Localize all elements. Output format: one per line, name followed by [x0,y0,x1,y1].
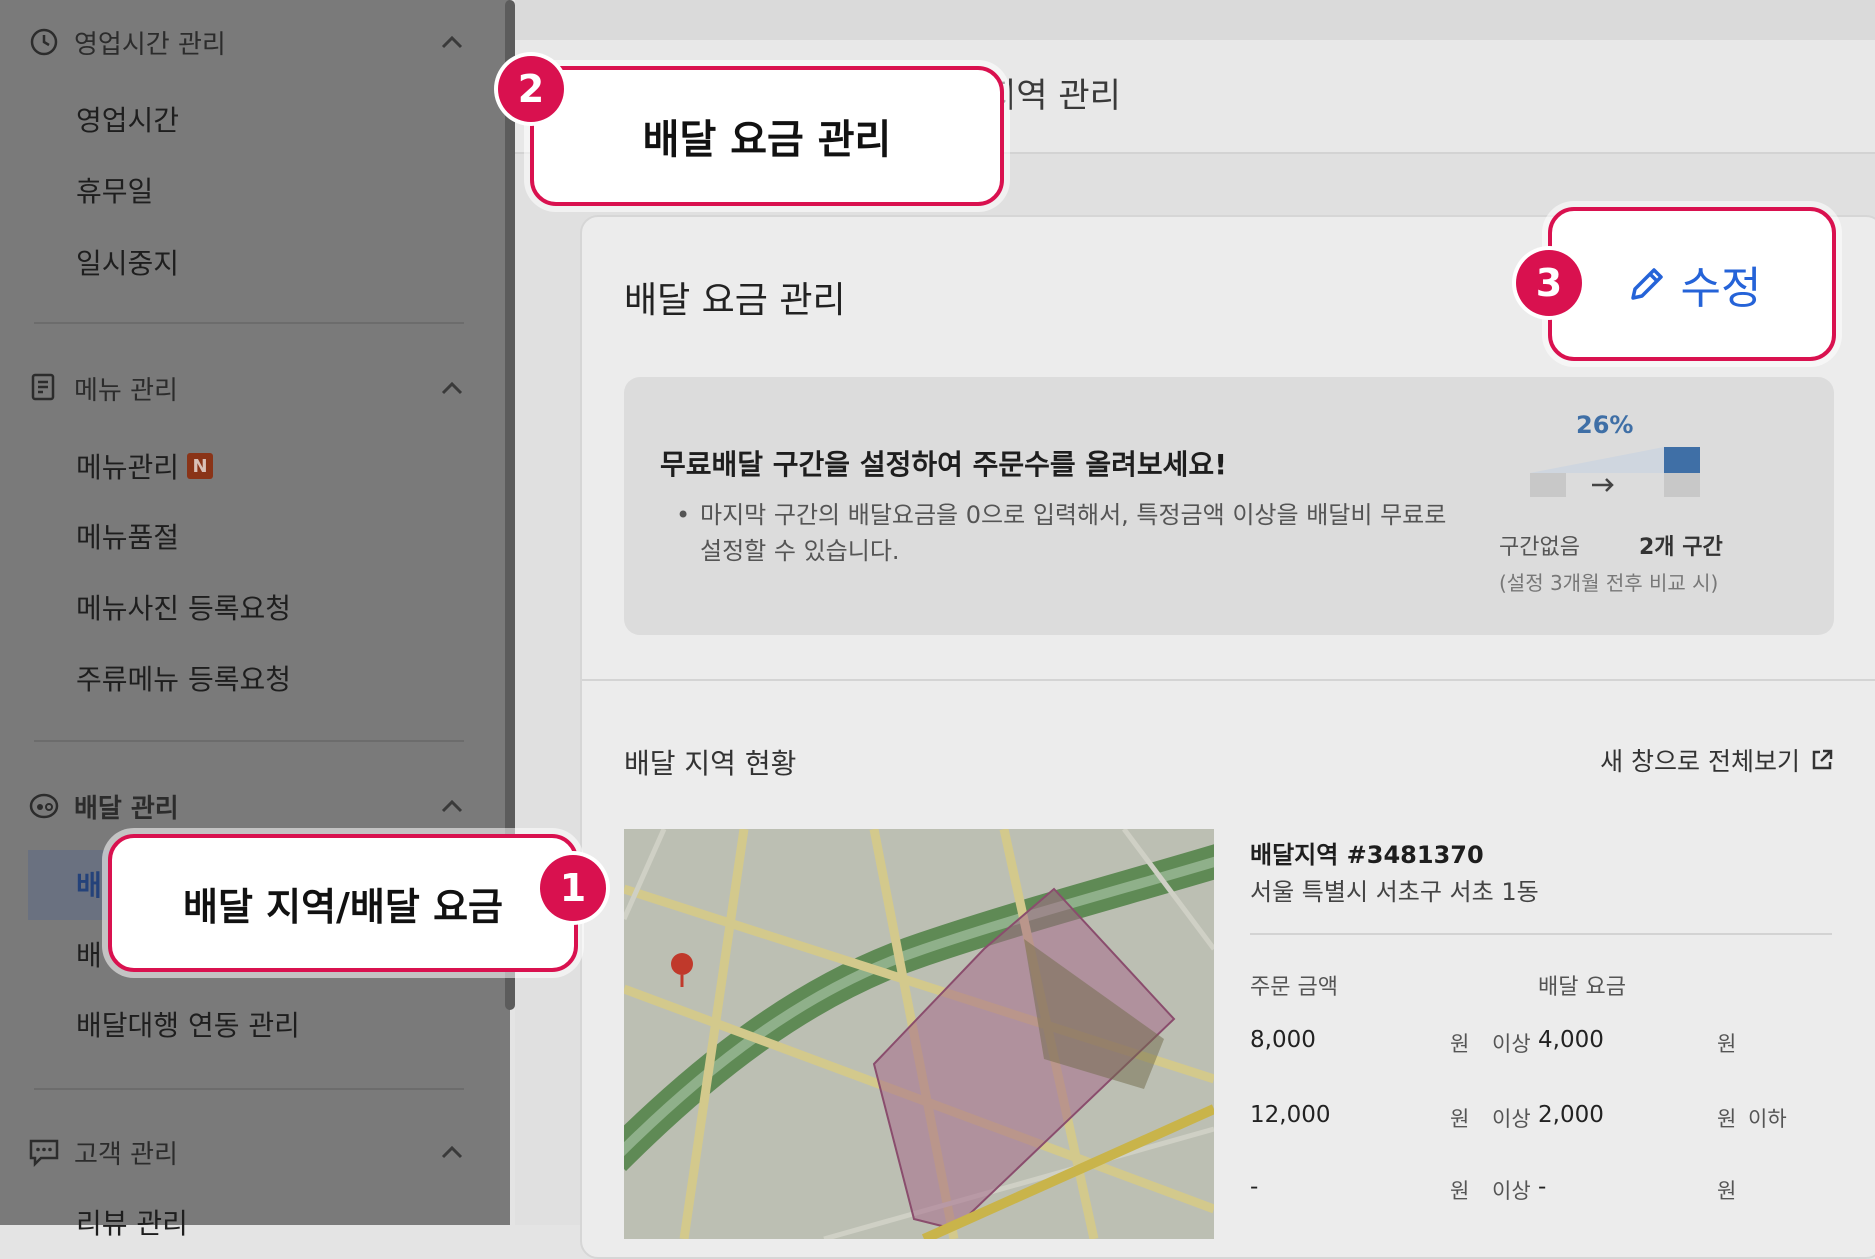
chat-icon [28,1136,60,1168]
callout-delivery-area-fee: 배달 지역/배달 요금 [108,834,578,972]
callout-text: 배달 요금 관리 [642,117,892,163]
sidebar-item-liquor-menu-request[interactable]: 주류메뉴 등록요청 [76,656,291,700]
delivery-icon [28,790,60,822]
after-label: 2개 구간 [1639,535,1723,560]
section-label: 고객 관리 [74,1139,178,1170]
row-fee: - [1538,1174,1547,1200]
callout-number-3: 3 [1516,250,1582,316]
row-amount: 8,000 [1250,1027,1316,1053]
chevron-up-icon[interactable] [436,790,468,822]
section-label: 메뉴 관리 [74,375,178,406]
sidebar-item-menu-manage[interactable]: 메뉴관리 N [76,444,214,488]
page-title: 지역 관리 [985,76,1121,116]
section-label: 영업시간 관리 [74,29,226,60]
divider [1250,933,1832,935]
callout-number-1: 1 [540,855,606,921]
sidebar-item-delivery-2[interactable]: 배 [76,932,102,976]
row-cond: 이상 [1492,1179,1531,1203]
col-order-amount: 주문 금액 [1250,975,1338,1000]
sidebar-item-label: 배 [76,869,102,902]
sidebar-item-delivery-agency[interactable]: 배달대행 연동 관리 [76,1002,300,1046]
tip-text-body: 마지막 구간의 배달요금을 0으로 입력해서, 특정금액 이상을 배달비 무료로… [700,501,1447,565]
row-amount: 12,000 [1250,1102,1331,1128]
sidebar-section-customer[interactable]: 고객 관리 [28,1130,468,1174]
sidebar-item-pause[interactable]: 일시중지 [76,240,179,284]
divider [34,1088,464,1090]
edit-label: 수정 [1680,263,1762,314]
row-unit: 원 [1450,1107,1470,1131]
chevron-up-icon[interactable] [436,372,468,404]
row-unit: 원 [1450,1032,1470,1056]
chevron-up-icon[interactable] [436,26,468,58]
row-cond: 이하 [1748,1107,1787,1131]
row-unit: 원 [1450,1179,1470,1203]
row-unit: 원 [1717,1107,1737,1131]
sidebar-section-business-hours[interactable]: 영업시간 관리 [28,20,468,64]
delivery-area-map[interactable] [624,829,1214,1239]
callout-text: 배달 지역/배달 요금 [182,884,504,929]
row-cond: 이상 [1492,1107,1531,1131]
sidebar-item-menu-soldout[interactable]: 메뉴품절 [76,514,179,558]
sidebar-item-menu-photo-request[interactable]: 메뉴사진 등록요청 [76,585,291,629]
sidebar-item-holidays[interactable]: 휴무일 [76,168,153,212]
open-new-window-link[interactable]: 새 창으로 전체보기 [1600,742,1834,778]
col-delivery-fee: 배달 요금 [1538,975,1626,1000]
menu-doc-icon [28,372,60,404]
zone-name: 배달지역 #3481370 [1250,841,1484,869]
free-delivery-tip: 무료배달 구간을 설정하여 주문수를 올려보세요! • 마지막 구간의 배달요금… [624,377,1834,635]
tip-title: 무료배달 구간을 설정하여 주문수를 올려보세요! [660,448,1227,481]
divider [34,322,464,324]
sidebar-item-reviews[interactable]: 리뷰 관리 [76,1200,188,1244]
divider [34,740,464,742]
sidebar-item-business-hours[interactable]: 영업시간 [76,97,179,141]
row-fee: 4,000 [1538,1027,1604,1053]
sidebar: 영업시간 관리 영업시간 휴무일 일시중지 메뉴 관리 메뉴관리 N 메뉴품절 … [0,0,510,1240]
top-bar [515,0,1875,40]
before-label: 구간없음 [1499,535,1580,560]
callout-number-2: 2 [498,56,564,122]
zone-address: 서울 특별시 서초구 서초 1동 [1250,878,1539,906]
sidebar-section-menu[interactable]: 메뉴 관리 [28,366,468,410]
pencil-icon [1630,268,1663,300]
tip-text: • 마지막 구간의 배달요금을 0으로 입력해서, 특정금액 이상을 배달비 무… [660,497,1460,569]
delivery-area-title: 배달 지역 현황 [624,747,797,780]
chevron-up-icon[interactable] [436,1136,468,1168]
sidebar-section-delivery[interactable]: 배달 관리 [28,784,468,828]
clock-icon [28,26,60,58]
link-label: 새 창으로 전체보기 [1600,747,1800,776]
edit-button-highlight: 수정 [1548,207,1836,361]
card-title: 배달 요금 관리 [624,280,846,321]
map-graphic [624,829,1214,1239]
comparison-note: (설정 3개월 전후 비교 시) [1499,571,1719,595]
delivery-fee-card: 배달 요금 관리 무료배달 구간을 설정하여 주문수를 올려보세요! • 마지막… [580,215,1875,1259]
external-link-icon [1812,749,1833,770]
section-label: 배달 관리 [74,793,179,824]
callout-delivery-fee-management: 배달 요금 관리 [530,66,1004,206]
comparison-chart-icon [1530,447,1700,497]
bullet: • [676,501,691,529]
row-unit: 원 [1717,1032,1737,1056]
row-fee: 2,000 [1538,1102,1604,1128]
edit-button[interactable]: 수정 [1623,252,1762,316]
row-cond: 이상 [1492,1032,1531,1056]
row-unit: 원 [1717,1179,1737,1203]
new-badge: N [187,453,214,479]
increase-percent: 26% [1576,411,1634,439]
divider [582,679,1875,681]
row-amount: - [1250,1174,1259,1200]
sidebar-item-label: 메뉴관리 [76,451,180,484]
